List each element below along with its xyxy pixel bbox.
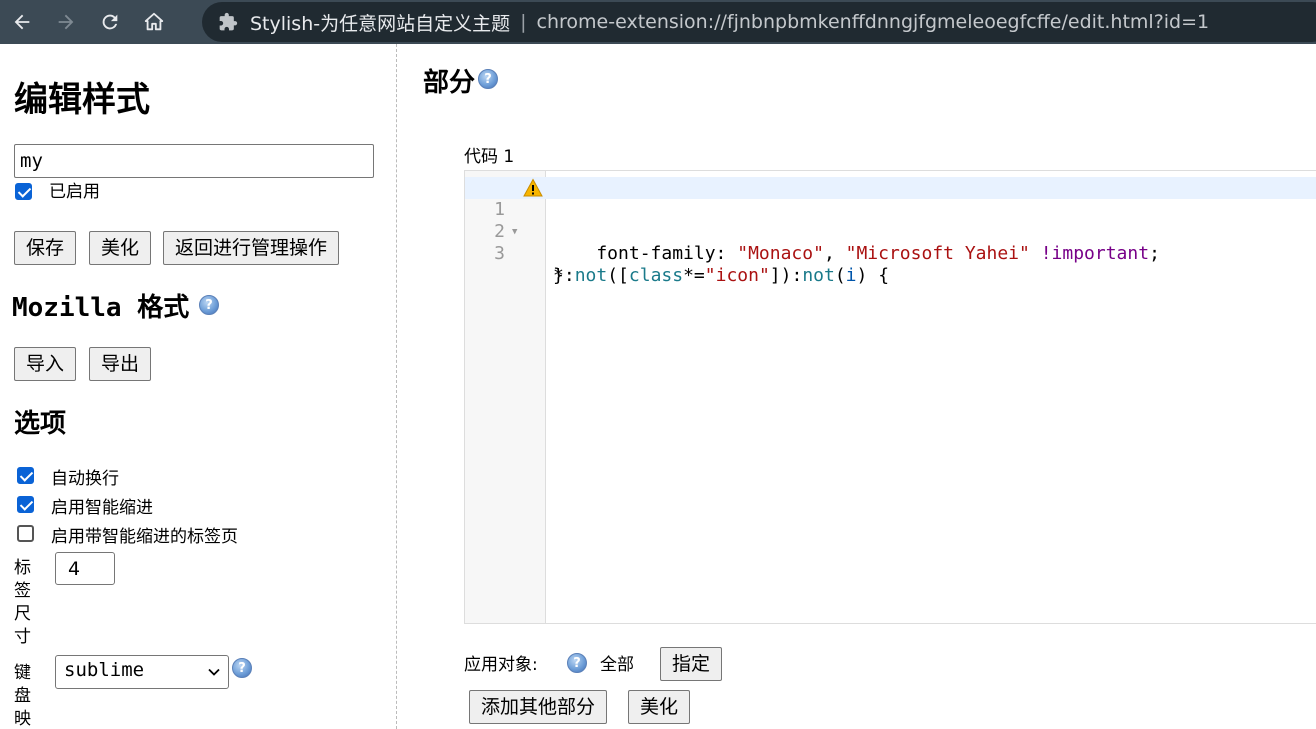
back-to-manage-button[interactable]: 返回进行管理操作: [163, 231, 340, 265]
code-token: ,: [823, 243, 846, 264]
keymap-value: sublime: [64, 659, 145, 681]
apply-to-label: 应用对象:: [464, 655, 538, 675]
code-token: ;: [1149, 243, 1160, 264]
add-section-button[interactable]: 添加其他部分: [469, 690, 608, 724]
code-text: *:not([class*="icon"]):not(i) {: [553, 265, 889, 287]
smart-indent-checkbox[interactable]: [17, 496, 34, 513]
export-button[interactable]: 导出: [89, 347, 152, 381]
code-token: (: [834, 265, 846, 286]
code-text: }: [553, 265, 564, 287]
keymap-help-icon[interactable]: ?: [232, 658, 252, 678]
save-button[interactable]: 保存: [14, 231, 77, 265]
enabled-label: 已启用: [49, 182, 100, 202]
code-line[interactable]: 1 ▼ *:not([class*="icon"]):not(i) {: [465, 177, 1316, 286]
code-token: i: [845, 265, 857, 286]
tab-size-input[interactable]: [55, 552, 115, 585]
main-panel: 部分 ? 代码 1 1 ▼ *:not([class*="icon"]):not…: [398, 44, 1316, 729]
indent-with-tabs-label: 启用带智能缩进的标签页: [51, 527, 238, 547]
tab-size-label: 标签尺寸: [14, 558, 31, 647]
code-token: }: [553, 265, 564, 286]
keymap-select[interactable]: sublime: [55, 655, 229, 689]
code-token: ([: [607, 265, 629, 286]
site-name: Stylish-为任意网站自定义主题: [250, 12, 511, 35]
code-token: not: [574, 265, 608, 286]
code-editor[interactable]: 1 ▼ *:not([class*="icon"]):not(i) { 2 fo…: [464, 170, 1316, 624]
url-text: chrome-extension://fjnbnpbmkenffdnngjfgm…: [536, 11, 1210, 33]
import-button[interactable]: 导入: [14, 347, 77, 381]
sections-help-icon[interactable]: ?: [478, 69, 498, 89]
code-token: class: [628, 265, 684, 286]
code-token: font-family:: [553, 243, 738, 264]
code-token: !important: [1040, 243, 1150, 264]
code-line[interactable]: 3 }: [465, 221, 1316, 286]
options-heading: 选项: [14, 409, 67, 439]
forward-icon[interactable]: [44, 0, 88, 44]
code-token: "Microsoft Yahei": [845, 243, 1030, 264]
beautify-section-button[interactable]: 美化: [628, 690, 691, 724]
word-wrap-checkbox[interactable]: [17, 467, 34, 484]
browser-toolbar: Stylish-为任意网站自定义主题 | chrome-extension://…: [0, 0, 1316, 44]
specify-button[interactable]: 指定: [660, 647, 723, 681]
code-line[interactable]: 2 font-family: "Monaco", "Microsoft Yahe…: [465, 199, 1316, 264]
apply-to-all-text: 全部: [600, 655, 634, 675]
code-section-label: 代码 1: [464, 147, 515, 167]
enabled-checkbox[interactable]: [15, 183, 32, 200]
sections-title: 部分: [423, 68, 476, 98]
code-token: ]):: [769, 265, 803, 286]
address-bar[interactable]: Stylish-为任意网站自定义主题 | chrome-extension://…: [202, 2, 1316, 42]
code-text: font-family: "Monaco", "Microsoft Yahei"…: [553, 243, 1160, 265]
page-title: 编辑样式: [14, 80, 150, 120]
code-token: ) {: [856, 265, 890, 286]
keymap-label: 键盘映: [14, 663, 31, 729]
mozilla-format-heading: Mozilla 格式: [12, 291, 189, 325]
smart-indent-label: 启用智能缩进: [51, 498, 153, 518]
puzzle-piece-icon: [219, 12, 238, 31]
mozilla-format-title: Mozilla 格式: [12, 293, 190, 323]
address-separator: |: [520, 11, 527, 33]
beautify-button[interactable]: 美化: [89, 231, 152, 265]
line-number: 3: [494, 243, 505, 264]
style-name-input[interactable]: [14, 144, 374, 178]
sections-heading: 部分: [423, 66, 475, 100]
apply-help-icon[interactable]: ?: [567, 653, 587, 673]
word-wrap-label: 自动换行: [51, 469, 119, 489]
code-token: "Monaco": [737, 243, 824, 264]
help-icon[interactable]: ?: [199, 295, 219, 315]
reload-icon[interactable]: [88, 0, 132, 44]
indent-with-tabs-checkbox[interactable]: [17, 525, 34, 542]
home-icon[interactable]: [132, 0, 176, 44]
sidebar: 编辑样式 已启用 保存 美化 返回进行管理操作 Mozilla 格式 ? 导入 …: [0, 44, 397, 729]
code-token: not: [802, 265, 835, 286]
code-token: *=: [683, 265, 705, 286]
code-token: "icon": [704, 265, 770, 286]
back-icon[interactable]: [0, 0, 44, 44]
chevron-down-icon: [208, 668, 220, 676]
warning-icon[interactable]: [523, 178, 543, 198]
